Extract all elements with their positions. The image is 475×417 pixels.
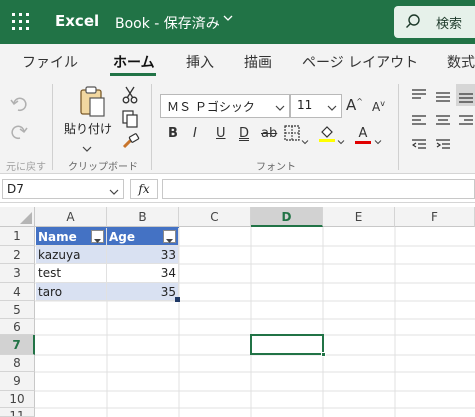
fill-handle[interactable] (321, 352, 326, 357)
shrink-font-label: A (372, 100, 381, 114)
chevron-down-icon[interactable] (337, 130, 345, 149)
search-icon (405, 13, 421, 33)
table-header-name-label: Name (38, 230, 77, 244)
format-painter-icon[interactable] (122, 133, 140, 153)
clipboard-group-label: クリップボード (68, 162, 138, 173)
column-header-d[interactable]: D (251, 207, 323, 227)
active-tab-indicator (110, 73, 156, 76)
tab-file[interactable]: ファイル (22, 52, 78, 72)
filter-dropdown-age[interactable] (163, 230, 176, 243)
tab-page-layout[interactable]: ページ レイアウト (302, 52, 418, 72)
align-left-icon[interactable] (412, 112, 426, 131)
table-resize-handle[interactable] (175, 297, 180, 302)
column-header-e[interactable]: E (323, 207, 395, 227)
row-header-5[interactable]: 5 (0, 301, 35, 319)
font-name-value: ＭＳ Ｐゴシック (167, 100, 255, 114)
tab-formulas[interactable]: 数式 (447, 52, 475, 72)
table-cell[interactable]: 33 (107, 246, 179, 264)
chevron-down-icon (327, 101, 337, 115)
font-group-label: フォント (256, 162, 296, 173)
chevron-down-icon[interactable] (223, 12, 233, 26)
row-header-2[interactable]: 2 (0, 246, 35, 264)
double-underline-button[interactable]: D (239, 126, 249, 141)
redo-icon[interactable] (10, 124, 28, 144)
bold-button[interactable]: B (168, 126, 178, 141)
active-cell-selection[interactable] (250, 334, 324, 355)
name-box[interactable]: D7 (2, 179, 124, 199)
undo-icon[interactable] (10, 96, 28, 116)
chevron-down-icon[interactable] (82, 138, 92, 157)
table-cell[interactable]: kazuya (36, 246, 107, 264)
ribbon-separator (52, 84, 53, 170)
increase-indent-icon[interactable] (436, 136, 450, 155)
chevron-down-icon (275, 101, 285, 115)
copy-icon[interactable] (122, 110, 138, 132)
row-header-7[interactable]: 7 (0, 335, 35, 355)
font-size-value: 11 (297, 98, 313, 112)
row-header-3[interactable]: 3 (0, 264, 35, 283)
document-title[interactable]: Book - 保存済み (115, 13, 220, 33)
borders-icon[interactable] (284, 125, 300, 145)
row-header-11[interactable]: 11 (0, 408, 35, 417)
paste-button[interactable]: 貼り付け (64, 120, 112, 137)
app-name[interactable]: Excel (55, 12, 99, 30)
ribbon-separator (151, 84, 152, 170)
tab-draw[interactable]: 描画 (244, 52, 272, 72)
table-cell[interactable]: 34 (107, 264, 179, 283)
align-bottom-icon[interactable] (459, 89, 473, 108)
row-header-9[interactable]: 9 (0, 372, 35, 391)
table-top-border (36, 227, 179, 228)
cut-icon[interactable] (122, 86, 138, 108)
select-all-corner[interactable] (0, 207, 35, 227)
row-header-1[interactable]: 1 (0, 227, 35, 246)
table-cell[interactable]: 35 (107, 283, 179, 301)
app-launcher-icon[interactable] (12, 13, 30, 31)
paste-icon[interactable] (78, 86, 106, 122)
strikethrough-button[interactable]: ab (261, 126, 277, 141)
column-header-a[interactable]: A (35, 207, 107, 227)
table-cell[interactable]: taro (36, 283, 107, 301)
row-header-6[interactable]: 6 (0, 319, 35, 335)
row-header-4[interactable]: 4 (0, 283, 35, 301)
align-right-icon[interactable] (459, 112, 473, 131)
row-header-10[interactable]: 10 (0, 391, 35, 408)
column-header-b[interactable]: B (107, 207, 179, 227)
ribbon-separator (398, 84, 399, 170)
italic-button[interactable]: I (193, 126, 197, 141)
decrease-indent-icon[interactable] (411, 136, 426, 155)
undo-group-label: 元に戻す (6, 162, 46, 173)
table-cell[interactable]: test (36, 264, 107, 283)
tab-insert[interactable]: 挿入 (186, 52, 214, 72)
tab-home[interactable]: ホーム (113, 52, 155, 72)
align-center-icon[interactable] (436, 112, 450, 131)
table-header-age-label: Age (109, 230, 136, 244)
shrink-font-button[interactable]: Av (372, 99, 385, 114)
formula-input[interactable] (162, 179, 475, 199)
column-header-f[interactable]: F (395, 207, 475, 227)
name-box-value: D7 (7, 182, 24, 196)
grow-font-button[interactable]: A^ (346, 96, 363, 114)
row-header-8[interactable]: 8 (0, 355, 35, 372)
font-color-icon[interactable]: A (354, 122, 372, 144)
chevron-down-icon (109, 185, 119, 199)
search-label: 検索 (436, 17, 463, 32)
underline-button[interactable]: U (216, 126, 226, 141)
filter-dropdown-name[interactable] (91, 230, 104, 243)
align-top-icon[interactable] (412, 86, 426, 105)
column-header-c[interactable]: C (179, 207, 251, 227)
insert-function-button[interactable]: fx (130, 179, 158, 199)
font-name-select[interactable]: ＭＳ Ｐゴシック (160, 94, 290, 118)
font-size-select[interactable]: 11 (290, 94, 342, 118)
align-middle-icon[interactable] (436, 88, 450, 107)
spreadsheet-grid: A B C D E F 1 2 3 4 5 6 7 8 9 10 11 Name… (0, 207, 475, 417)
font-color-letter: A (358, 126, 368, 141)
chevron-down-icon[interactable] (301, 130, 309, 149)
chevron-down-icon[interactable] (374, 130, 382, 149)
grow-font-label: A (346, 96, 357, 114)
fill-color-icon[interactable] (318, 124, 336, 146)
